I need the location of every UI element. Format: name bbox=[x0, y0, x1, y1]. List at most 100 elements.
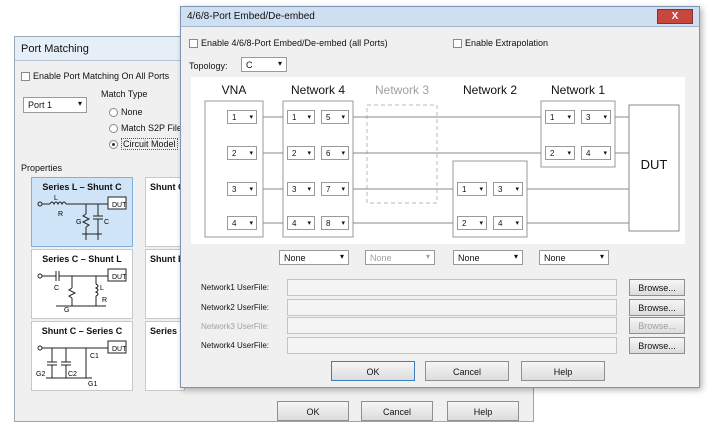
pm-cancel-button[interactable]: Cancel bbox=[361, 401, 433, 421]
chevron-down-icon: ▾ bbox=[567, 114, 571, 121]
network2-file-select[interactable]: None ▾ bbox=[453, 250, 523, 265]
port-value: 8 bbox=[326, 219, 331, 228]
vna-port-select[interactable]: 4 ▾ bbox=[227, 216, 257, 230]
network3-browse-button[interactable]: Browse... bbox=[629, 317, 685, 334]
network1-file-select[interactable]: None ▾ bbox=[539, 250, 609, 265]
embed-cancel-button[interactable]: Cancel bbox=[425, 361, 509, 381]
enable-port-matching-checkbox[interactable]: Enable Port Matching On All Ports bbox=[21, 71, 169, 82]
chevron-down-icon: ▾ bbox=[479, 186, 483, 193]
chevron-down-icon: ▾ bbox=[341, 114, 345, 121]
circuit-card-series[interactable]: Series bbox=[145, 321, 185, 391]
net4-right-port-select[interactable]: 8 ▾ bbox=[321, 216, 349, 230]
network3-userfile-field[interactable] bbox=[287, 317, 617, 334]
port-value: 3 bbox=[586, 113, 591, 122]
port-value: 1 bbox=[292, 113, 297, 122]
net1-left-port-select[interactable]: 2 ▾ bbox=[545, 146, 575, 160]
embed-ok-button[interactable]: OK bbox=[331, 361, 415, 381]
svg-text:G: G bbox=[76, 219, 81, 226]
port-value: 1 bbox=[550, 113, 555, 122]
match-option-none[interactable]: None bbox=[109, 107, 143, 118]
checkbox-box[interactable] bbox=[21, 72, 30, 82]
circuit-card-series-l-shunt-c[interactable]: Series L – Shunt C DUT L R G C bbox=[31, 177, 133, 247]
port-select-value: Port 1 bbox=[28, 100, 53, 110]
port-value: 2 bbox=[462, 219, 467, 228]
match-option-label: Circuit Model bbox=[121, 138, 178, 150]
network4-file-select[interactable]: None ▾ bbox=[279, 250, 349, 265]
network4-browse-button[interactable]: Browse... bbox=[629, 337, 685, 354]
chevron-down-icon: ▾ bbox=[277, 59, 282, 68]
net2-left-port-select[interactable]: 2 ▾ bbox=[457, 216, 487, 230]
network2-browse-button[interactable]: Browse... bbox=[629, 299, 685, 316]
port-value: 7 bbox=[326, 185, 331, 194]
network1-userfile-label: Network1 UserFile: bbox=[201, 283, 270, 292]
close-icon[interactable]: X bbox=[657, 9, 693, 24]
circuit-card-shunt-l[interactable]: Shunt L bbox=[145, 249, 185, 319]
svg-text:C: C bbox=[54, 285, 59, 292]
network2-userfile-field[interactable] bbox=[287, 299, 617, 316]
net4-left-port-select[interactable]: 3 ▾ bbox=[287, 182, 315, 196]
enable-extrapolation-checkbox[interactable]: Enable Extrapolation bbox=[453, 38, 549, 49]
match-type-label: Match Type bbox=[101, 89, 148, 99]
net2-left-port-select[interactable]: 1 ▾ bbox=[457, 182, 487, 196]
chevron-down-icon: ▾ bbox=[307, 186, 311, 193]
vna-port-select[interactable]: 2 ▾ bbox=[227, 146, 257, 160]
pm-help-button[interactable]: Help bbox=[447, 401, 519, 421]
chevron-down-icon: ▾ bbox=[603, 114, 607, 121]
circuit-card-label: Series C – Shunt L bbox=[42, 254, 122, 264]
network2-header: Network 2 bbox=[462, 83, 518, 97]
net2-right-port-select[interactable]: 4 ▾ bbox=[493, 216, 523, 230]
chevron-down-icon: ▾ bbox=[339, 252, 344, 261]
checkbox-box[interactable] bbox=[189, 39, 198, 49]
net1-right-port-select[interactable]: 4 ▾ bbox=[581, 146, 611, 160]
net4-right-port-select[interactable]: 7 ▾ bbox=[321, 182, 349, 196]
net4-right-port-select[interactable]: 6 ▾ bbox=[321, 146, 349, 160]
radio-circuit[interactable] bbox=[109, 140, 118, 150]
chevron-down-icon: ▾ bbox=[515, 186, 519, 193]
radio-none[interactable] bbox=[109, 108, 118, 118]
port-value: 2 bbox=[232, 149, 237, 158]
embed-help-button[interactable]: Help bbox=[521, 361, 605, 381]
port-value: 2 bbox=[550, 149, 555, 158]
port-value: 4 bbox=[498, 219, 503, 228]
net2-right-port-select[interactable]: 3 ▾ bbox=[493, 182, 523, 196]
net4-left-port-select[interactable]: 2 ▾ bbox=[287, 146, 315, 160]
svg-text:DUT: DUT bbox=[112, 274, 127, 281]
enable-extrapolation-label: Enable Extrapolation bbox=[465, 38, 549, 48]
pm-ok-button[interactable]: OK bbox=[277, 401, 349, 421]
circuit-card-series-c-shunt-l[interactable]: Series C – Shunt L DUT C L G R bbox=[31, 249, 133, 319]
network1-browse-button[interactable]: Browse... bbox=[629, 279, 685, 296]
match-option-s2p[interactable]: Match S2P File bbox=[109, 123, 182, 134]
network4-userfile-field[interactable] bbox=[287, 337, 617, 354]
circuit-card-shunt-c[interactable]: Shunt C bbox=[145, 177, 185, 247]
circuit-card-label: Shunt C – Series C bbox=[41, 326, 123, 336]
select-value: None bbox=[458, 253, 480, 263]
enable-embed-label: Enable 4/6/8-Port Embed/De-embed (all Po… bbox=[201, 38, 388, 48]
circuit-card-shunt-c-series-c[interactable]: Shunt C – Series C DUT C1 G2 C2 G1 bbox=[31, 321, 133, 391]
network2-userfile-label: Network2 UserFile: bbox=[201, 303, 270, 312]
svg-text:C1: C1 bbox=[90, 353, 99, 360]
chevron-down-icon: ▾ bbox=[341, 150, 345, 157]
chevron-down-icon: ▾ bbox=[249, 150, 253, 157]
net4-left-port-select[interactable]: 4 ▾ bbox=[287, 216, 315, 230]
vna-port-select[interactable]: 3 ▾ bbox=[227, 182, 257, 196]
radio-s2p[interactable] bbox=[109, 124, 118, 134]
net1-left-port-select[interactable]: 1 ▾ bbox=[545, 110, 575, 124]
network1-userfile-field[interactable] bbox=[287, 279, 617, 296]
chevron-down-icon: ▾ bbox=[249, 114, 253, 121]
network3-file-select[interactable]: None ▾ bbox=[365, 250, 435, 265]
port-select[interactable]: Port 1 ▾ bbox=[23, 97, 87, 113]
enable-embed-checkbox[interactable]: Enable 4/6/8-Port Embed/De-embed (all Po… bbox=[189, 38, 388, 49]
circuit-card-label: Series L – Shunt C bbox=[42, 182, 122, 192]
net4-right-port-select[interactable]: 5 ▾ bbox=[321, 110, 349, 124]
net1-right-port-select[interactable]: 3 ▾ bbox=[581, 110, 611, 124]
topology-select[interactable]: C ▾ bbox=[241, 57, 287, 72]
vna-port-select[interactable]: 1 ▾ bbox=[227, 110, 257, 124]
svg-text:G: G bbox=[64, 307, 69, 314]
shunt-c-series-c-schematic-icon: DUT C1 G2 C2 G1 bbox=[36, 340, 127, 388]
match-option-circuit[interactable]: Circuit Model bbox=[109, 138, 178, 150]
net4-left-port-select[interactable]: 1 ▾ bbox=[287, 110, 315, 124]
port-value: 4 bbox=[292, 219, 297, 228]
chevron-down-icon: ▾ bbox=[513, 252, 518, 261]
svg-text:R: R bbox=[102, 297, 107, 304]
checkbox-box[interactable] bbox=[453, 39, 462, 49]
